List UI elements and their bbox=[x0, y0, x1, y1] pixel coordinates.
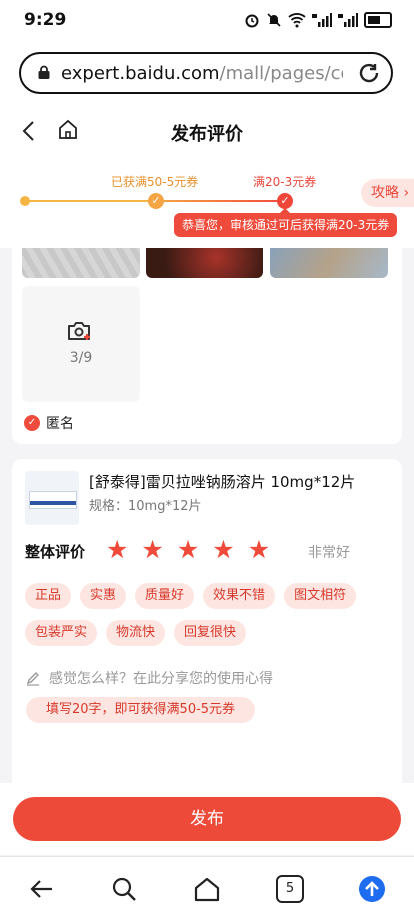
tabs-count: 5 bbox=[276, 875, 304, 903]
battery-icon bbox=[364, 12, 392, 28]
reload-icon[interactable] bbox=[357, 61, 381, 85]
progress-start-dot bbox=[20, 196, 30, 206]
photo-card: 3/9 ✓ 匿名 bbox=[12, 248, 402, 444]
star-rating[interactable]: ★ ★ ★ ★ ★ bbox=[106, 536, 270, 564]
upload-arrow-icon[interactable] bbox=[358, 875, 386, 903]
anonymous-label: 匿名 bbox=[46, 416, 74, 432]
tag-chip[interactable]: 正品 bbox=[25, 583, 72, 609]
alarm-icon bbox=[245, 14, 259, 28]
tabs-button[interactable]: 5 bbox=[276, 875, 304, 903]
product-name: [舒泰得]雷贝拉唑钠肠溶片 10mg*12片 bbox=[89, 473, 356, 491]
tag-chip[interactable]: 回复很快 bbox=[174, 620, 247, 646]
star-icon[interactable]: ★ bbox=[177, 536, 199, 564]
progress-tip: 恭喜您，审核通过可后获得满20-3元券 bbox=[174, 208, 398, 237]
quick-tags: 正品 实惠 质量好 效果不错 图文相符包装严实 物流快 回复很快 bbox=[25, 583, 395, 646]
pencil-icon bbox=[26, 672, 39, 686]
tag-chip[interactable]: 实惠 bbox=[80, 583, 127, 609]
back-arrow-icon[interactable] bbox=[28, 875, 56, 903]
tag-chip[interactable]: 质量好 bbox=[135, 583, 195, 609]
url-domain: expert.baidu.com bbox=[61, 63, 220, 84]
wifi-icon bbox=[288, 13, 306, 28]
star-icon[interactable]: ★ bbox=[106, 536, 128, 564]
tag-chip[interactable]: 效果不错 bbox=[203, 583, 276, 609]
search-icon[interactable] bbox=[110, 875, 138, 903]
status-icons bbox=[244, 12, 392, 28]
status-time: 9:29 bbox=[24, 10, 67, 30]
progress-line-1 bbox=[26, 200, 154, 202]
coupon-hint: 填写20字，即可获得满50-5元券 bbox=[26, 697, 256, 723]
rating-text: 非常好 bbox=[308, 545, 350, 561]
anonymous-toggle[interactable]: ✓ 匿名 bbox=[24, 413, 74, 433]
tag-chip[interactable]: 图文相符 bbox=[284, 583, 357, 609]
progress-line-2 bbox=[156, 200, 284, 202]
browser-bottom-nav: 5 bbox=[0, 856, 414, 922]
publish-bar: 发布 bbox=[0, 783, 414, 855]
guide-button[interactable]: 攻略 › bbox=[361, 179, 414, 207]
uploaded-photo[interactable] bbox=[146, 248, 263, 278]
progress-check-1-icon: ✓ bbox=[148, 193, 164, 209]
page-title: 发布评价 bbox=[171, 124, 243, 145]
url-text[interactable]: expert.baidu.com/mall/pages/com bbox=[61, 63, 343, 84]
review-card: [舒泰得]雷贝拉唑钠肠溶片 10mg*12片 规格：10mg*12片 整体评价 … bbox=[12, 459, 402, 799]
url-path: /mall/pages/com bbox=[219, 63, 343, 84]
mute-icon bbox=[267, 13, 281, 27]
browser-toolbar: expert.baidu.com/mall/pages/com bbox=[0, 44, 414, 104]
progress-label-2: 满20-3元券 bbox=[253, 175, 317, 189]
star-icon[interactable]: ★ bbox=[248, 536, 270, 564]
guide-label: 攻略 bbox=[371, 185, 399, 201]
photo-count: 3/9 bbox=[69, 350, 93, 366]
uploaded-photo[interactable] bbox=[270, 248, 388, 278]
status-bar: 9:29 bbox=[0, 0, 414, 44]
tag-chip[interactable]: 物流快 bbox=[106, 620, 166, 646]
tag-chip[interactable]: 包装严实 bbox=[25, 620, 98, 646]
address-bar[interactable]: expert.baidu.com/mall/pages/com bbox=[19, 52, 393, 94]
star-icon[interactable]: ★ bbox=[141, 536, 163, 564]
signal-4g-icon bbox=[338, 13, 358, 27]
page-header: 发布评价 bbox=[0, 104, 414, 160]
camera-add-icon bbox=[68, 322, 90, 340]
signal-4g-icon bbox=[312, 13, 332, 27]
lock-icon bbox=[38, 65, 50, 79]
home-icon[interactable] bbox=[193, 875, 221, 903]
product-spec: 规格：10mg*12片 bbox=[89, 499, 202, 514]
chevron-right-icon: › bbox=[403, 185, 410, 201]
review-input[interactable]: 感觉怎么样？在此分享您的使用心得 bbox=[25, 668, 273, 688]
progress-check-2-icon: ✓ bbox=[277, 193, 293, 209]
overall-rating-label: 整体评价 bbox=[25, 543, 86, 561]
star-icon[interactable]: ★ bbox=[212, 536, 234, 564]
product-image bbox=[25, 471, 79, 525]
coupon-progress: ✓ ✓ 已获满50-5元券 满20-3元券 恭喜您，审核通过可后获得满20-3元… bbox=[0, 160, 414, 248]
add-photo-button[interactable]: 3/9 bbox=[22, 286, 140, 402]
review-placeholder: 感觉怎么样？在此分享您的使用心得 bbox=[49, 671, 273, 687]
publish-button[interactable]: 发布 bbox=[13, 797, 401, 841]
uploaded-photo[interactable] bbox=[22, 248, 140, 278]
check-circle-icon: ✓ bbox=[24, 415, 40, 431]
progress-label-1: 已获满50-5元券 bbox=[111, 175, 199, 189]
